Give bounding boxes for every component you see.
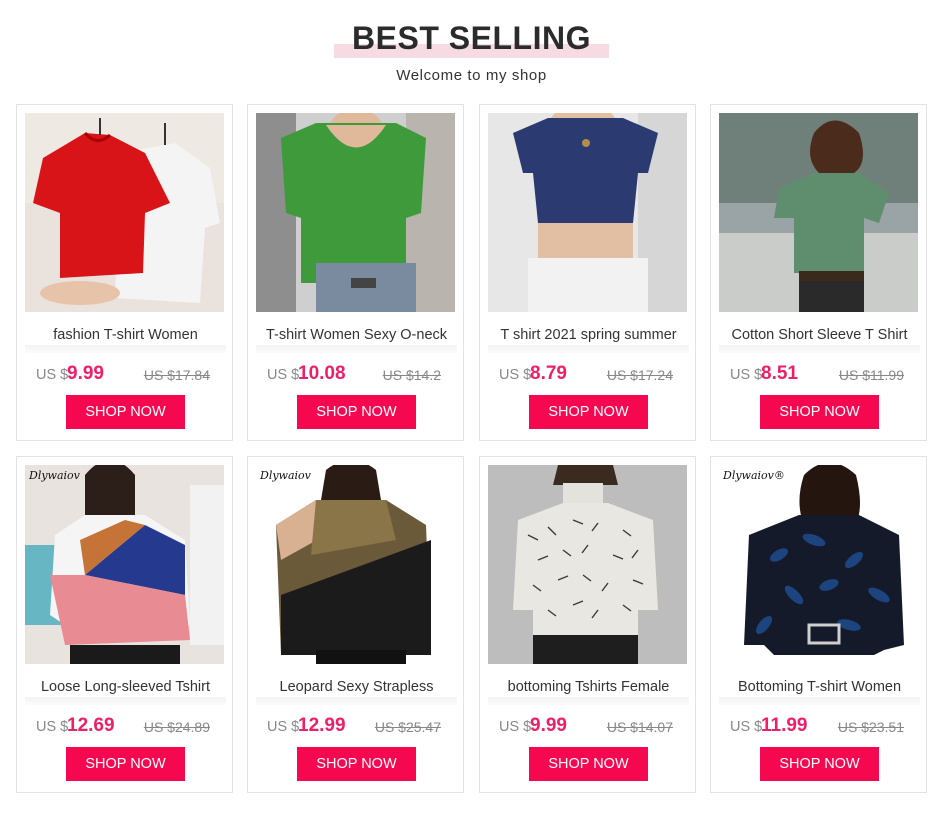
original-price: US $24.89 xyxy=(143,719,210,735)
sale-price: 10.08 xyxy=(298,363,346,384)
product-name-overflow xyxy=(488,345,689,353)
sale-price: 12.69 xyxy=(67,715,115,736)
product-name-overflow xyxy=(256,697,457,705)
currency: US $ xyxy=(730,719,763,735)
currency: US $ xyxy=(267,367,300,383)
product-name-overflow xyxy=(256,345,457,353)
product-name-overflow xyxy=(25,697,226,705)
sale-price: 12.99 xyxy=(298,715,346,736)
original-price: US $17.84 xyxy=(143,367,210,383)
brand-logo: Dlywaiov xyxy=(29,469,80,482)
original-price: US $11.99 xyxy=(838,367,904,383)
sale-price: 9.99 xyxy=(67,363,104,384)
product-name-overflow xyxy=(719,345,920,353)
product-image[interactable]: Dlywaiov® xyxy=(719,465,918,664)
product-image[interactable]: Dlywaiov xyxy=(256,465,455,664)
price-row: US $ 8.79 US $17.24 xyxy=(499,363,689,389)
shop-now-button[interactable]: SHOP NOW xyxy=(529,747,648,781)
sale-price: 9.99 xyxy=(530,715,567,736)
currency: US $ xyxy=(499,367,532,383)
product-card[interactable]: fashion T-shirt Women US $ 9.99 US $17.8… xyxy=(16,104,233,441)
product-card[interactable]: T shirt 2021 spring summer US $ 8.79 US … xyxy=(479,104,696,441)
currency: US $ xyxy=(36,719,69,735)
product-image[interactable] xyxy=(256,113,455,312)
page-subtitle: Welcome to my shop xyxy=(396,67,547,84)
product-card[interactable]: Dlywaiov® Bottoming T-shirt Women US $ 1… xyxy=(710,456,927,793)
product-image[interactable] xyxy=(488,113,687,312)
currency: US $ xyxy=(36,367,69,383)
price-row: US $ 10.08 US $14.2 xyxy=(267,363,457,389)
original-price: US $17.24 xyxy=(606,367,673,383)
sale-price: 11.99 xyxy=(761,715,808,736)
product-card[interactable]: Dlywaiov Loose Long-sleeved Tshirt US $ … xyxy=(16,456,233,793)
sale-price: 8.51 xyxy=(761,363,798,384)
product-name-overflow xyxy=(488,697,689,705)
product-image[interactable]: Dlywaiov xyxy=(25,465,224,664)
price-row: US $ 11.99 US $23.51 xyxy=(730,715,920,741)
brand-logo: Dlywaiov® xyxy=(723,469,785,482)
original-price: US $23.51 xyxy=(837,719,904,735)
shop-now-button[interactable]: SHOP NOW xyxy=(66,395,185,429)
product-name-overflow xyxy=(719,697,920,705)
price-row: US $ 9.99 US $14.07 xyxy=(499,715,689,741)
original-price: US $14.07 xyxy=(606,719,673,735)
product-card[interactable]: T-shirt Women Sexy O-neck US $ 10.08 US … xyxy=(247,104,464,441)
shop-now-button[interactable]: SHOP NOW xyxy=(760,747,879,781)
currency: US $ xyxy=(730,367,763,383)
shop-now-button[interactable]: SHOP NOW xyxy=(529,395,648,429)
shop-now-button[interactable]: SHOP NOW xyxy=(760,395,879,429)
price-row: US $ 9.99 US $17.84 xyxy=(36,363,226,389)
product-name-overflow xyxy=(25,345,226,353)
shop-now-button[interactable]: SHOP NOW xyxy=(66,747,185,781)
currency: US $ xyxy=(499,719,532,735)
price-row: US $ 12.99 US $25.47 xyxy=(267,715,457,741)
page-title: BEST SELLING xyxy=(352,20,591,56)
header: BEST SELLING Welcome to my shop xyxy=(0,0,943,100)
product-grid: fashion T-shirt Women US $ 9.99 US $17.8… xyxy=(16,104,927,794)
product-card[interactable]: Dlywaiov Leopard Sexy Strapless US $ 12.… xyxy=(247,456,464,793)
price-row: US $ 12.69 US $24.89 xyxy=(36,715,226,741)
product-card[interactable]: bottoming Tshirts Female US $ 9.99 US $1… xyxy=(479,456,696,793)
sale-price: 8.79 xyxy=(530,363,567,384)
brand-logo: Dlywaiov xyxy=(260,469,311,482)
shop-now-button[interactable]: SHOP NOW xyxy=(297,747,416,781)
product-image[interactable] xyxy=(25,113,224,312)
product-card[interactable]: Cotton Short Sleeve T Shirt US $ 8.51 US… xyxy=(710,104,927,441)
shop-now-button[interactable]: SHOP NOW xyxy=(297,395,416,429)
original-price: US $14.2 xyxy=(382,367,441,383)
currency: US $ xyxy=(267,719,300,735)
product-image[interactable] xyxy=(488,465,687,664)
original-price: US $25.47 xyxy=(374,719,441,735)
price-row: US $ 8.51 US $11.99 xyxy=(730,363,920,389)
product-image[interactable] xyxy=(719,113,918,312)
